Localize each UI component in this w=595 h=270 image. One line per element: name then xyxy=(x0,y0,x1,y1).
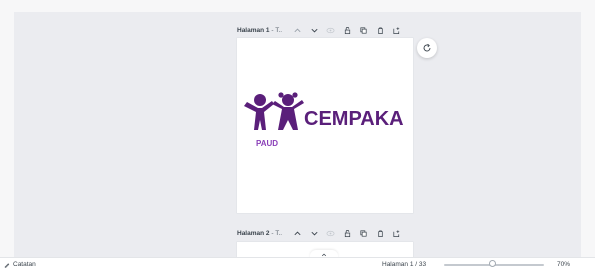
chevron-up-icon[interactable] xyxy=(291,227,304,240)
page-indicator[interactable]: Halaman 1 / 33 xyxy=(382,261,426,268)
page-2-header: Halaman 2 - T.. xyxy=(237,226,413,240)
chevron-down-icon[interactable] xyxy=(308,227,321,240)
duplicate-icon[interactable] xyxy=(357,24,370,37)
duplicate-icon[interactable] xyxy=(357,227,370,240)
eye-icon[interactable] xyxy=(324,24,337,37)
page-1-header: Halaman 1 - T.. xyxy=(237,23,413,37)
lock-icon[interactable] xyxy=(341,227,354,240)
zoom-level[interactable]: 70% xyxy=(557,261,570,268)
refresh-icon xyxy=(423,43,431,52)
delete-icon[interactable] xyxy=(374,227,387,240)
zoom-slider-handle[interactable] xyxy=(489,260,496,267)
eye-icon[interactable] xyxy=(324,227,337,240)
page-1[interactable]: CEMPAKA PAUD xyxy=(237,38,413,213)
lock-icon[interactable] xyxy=(341,24,354,37)
notes-label: Catatan xyxy=(13,261,36,268)
page-2-title[interactable]: Halaman 2 - T.. xyxy=(237,230,282,237)
delete-icon[interactable] xyxy=(374,24,387,37)
notes-button[interactable]: Catatan xyxy=(4,261,36,268)
paud-cempaka-logo[interactable]: CEMPAKA PAUD xyxy=(242,90,412,150)
notes-icon xyxy=(4,262,10,268)
logo-main-text: CEMPAKA xyxy=(304,108,404,130)
logo-sub-text: PAUD xyxy=(256,139,278,148)
chevron-down-icon[interactable] xyxy=(308,24,321,37)
bottom-bar: Catatan Halaman 1 / 33 70% xyxy=(0,257,595,270)
top-strip xyxy=(0,0,595,12)
left-panel-edge xyxy=(0,0,14,269)
right-panel-edge xyxy=(581,0,595,269)
refresh-button[interactable] xyxy=(417,38,437,58)
chevron-up-icon[interactable] xyxy=(291,24,304,37)
add-page-icon[interactable] xyxy=(390,227,403,240)
add-page-icon[interactable] xyxy=(390,24,403,37)
page-1-title[interactable]: Halaman 1 - T.. xyxy=(237,27,282,34)
